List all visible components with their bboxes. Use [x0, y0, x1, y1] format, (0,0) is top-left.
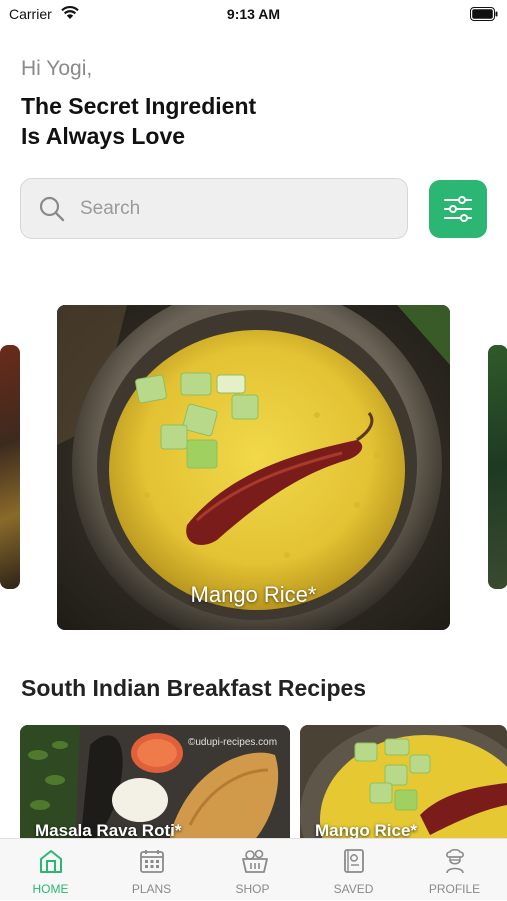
tab-home[interactable]: HOME	[0, 839, 101, 901]
home-icon	[40, 850, 62, 873]
tab-profile[interactable]: PROFILE	[404, 839, 505, 901]
bottom-tab-bar: HOME PLANS SHOP SAVED PROFILE	[0, 838, 507, 900]
page-headline: The Secret Ingredient Is Always Love	[21, 91, 256, 151]
tab-shop[interactable]: SHOP	[202, 839, 303, 901]
headline-line-1: The Secret Ingredient	[21, 93, 257, 119]
tab-label-shop: SHOP	[235, 882, 270, 896]
calendar-icon	[140, 850, 164, 873]
filter-button[interactable]	[429, 180, 487, 238]
chef-icon	[446, 848, 464, 874]
recipe-card-mango-rice[interactable]: Mango Rice*	[300, 725, 507, 845]
tab-label-plans: PLANS	[131, 882, 172, 896]
bookmark-book-icon	[344, 849, 364, 873]
tab-label-home: HOME	[32, 882, 69, 896]
section-title: South Indian Breakfast Recipes	[21, 675, 367, 701]
featured-recipe-title: Mango Rice*	[190, 582, 317, 607]
image-watermark: ©udupi-recipes.com	[188, 737, 278, 748]
search-icon	[39, 196, 65, 222]
search-field[interactable]: Search	[20, 178, 408, 239]
search-placeholder: Search	[80, 198, 141, 219]
sliders-icon	[444, 196, 472, 222]
recipe-card-masala-rava-roti[interactable]: ©udupi-recipes.com Masala Rava Roti*	[20, 725, 290, 845]
status-time: 9:13 AM	[226, 6, 281, 22]
status-bar: Carrier 9:13 AM	[0, 0, 507, 28]
greeting-text: Hi Yogi,	[21, 57, 93, 80]
tab-saved[interactable]: SAVED	[303, 839, 404, 901]
featured-recipe-card[interactable]: Mango Rice*	[57, 305, 450, 630]
basket-icon	[242, 849, 268, 873]
battery-icon	[470, 7, 498, 21]
tab-plans[interactable]: PLANS	[101, 839, 202, 901]
headline-line-2: Is Always Love	[21, 123, 186, 149]
tab-label-profile: PROFILE	[428, 882, 481, 896]
carousel-card-next[interactable]	[488, 345, 507, 589]
carousel-card-previous[interactable]	[0, 345, 20, 589]
tab-label-saved: SAVED	[333, 882, 374, 896]
